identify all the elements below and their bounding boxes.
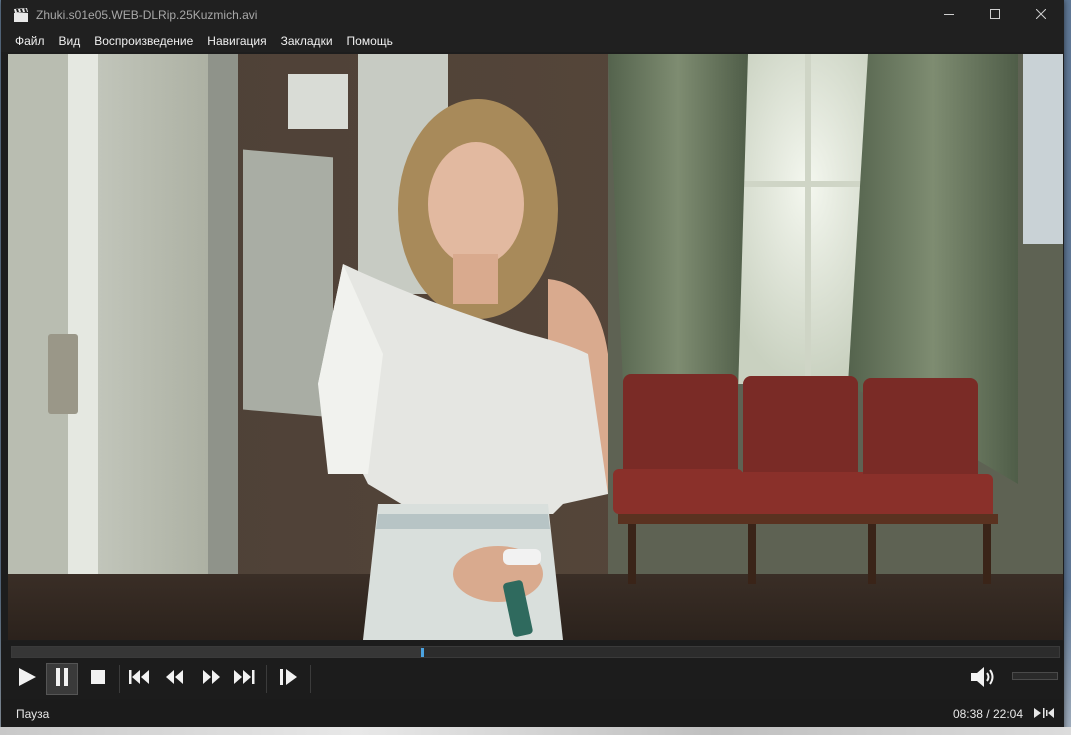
- time-display: 08:38 / 22:04: [952, 707, 1023, 721]
- menu-bar: Файл Вид Воспроизведение Навигация Закла…: [1, 30, 1064, 52]
- separator: [310, 665, 311, 693]
- pause-icon: [54, 667, 70, 691]
- seek-bar-area: [1, 641, 1064, 659]
- next-icon: [234, 669, 256, 689]
- minimize-button[interactable]: [926, 0, 972, 30]
- separator: [266, 665, 267, 693]
- previous-icon: [129, 669, 151, 689]
- play-icon: [17, 667, 37, 692]
- maximize-button[interactable]: [972, 0, 1018, 30]
- window-title: Zhuki.s01e05.WEB-DLRip.25Kuzmich.avi: [36, 8, 258, 22]
- volume-slider[interactable]: [1012, 672, 1058, 680]
- speaker-icon: [969, 666, 997, 693]
- fast-forward-icon: [202, 669, 220, 689]
- maximize-icon: [990, 6, 1000, 24]
- signal-bars-icon: [1034, 705, 1054, 721]
- playback-state: Пауза: [16, 707, 50, 721]
- previous-button[interactable]: [124, 663, 156, 695]
- minimize-icon: [944, 6, 954, 24]
- seek-bar-handle[interactable]: [421, 648, 425, 657]
- menu-help[interactable]: Помощь: [340, 34, 400, 48]
- clapperboard-icon: [12, 7, 30, 23]
- menu-file[interactable]: Файл: [1, 34, 52, 48]
- pause-button[interactable]: [46, 663, 78, 695]
- close-icon: [1035, 6, 1047, 24]
- menu-playback[interactable]: Воспроизведение: [87, 34, 200, 48]
- frame-step-icon: [280, 668, 298, 690]
- frame-step-button[interactable]: [273, 663, 305, 695]
- stop-icon: [91, 669, 105, 689]
- video-area[interactable]: [8, 54, 1063, 640]
- rewind-button[interactable]: [159, 663, 191, 695]
- player-window: Zhuki.s01e05.WEB-DLRip.25Kuzmich.avi Фай…: [1, 0, 1064, 735]
- menu-navigation[interactable]: Навигация: [200, 34, 273, 48]
- fast-forward-button[interactable]: [195, 663, 227, 695]
- seek-bar[interactable]: [11, 646, 1060, 658]
- menu-bookmarks[interactable]: Закладки: [274, 34, 340, 48]
- playback-controls: [1, 659, 1064, 699]
- stop-button[interactable]: [82, 663, 114, 695]
- seek-bar-fill: [12, 647, 423, 657]
- next-button[interactable]: [229, 663, 261, 695]
- title-bar[interactable]: Zhuki.s01e05.WEB-DLRip.25Kuzmich.avi: [1, 0, 1064, 30]
- video-frame: [8, 54, 1063, 640]
- menu-view[interactable]: Вид: [52, 34, 88, 48]
- window-controls: [926, 0, 1064, 30]
- desktop-strip: [0, 727, 1071, 735]
- status-bar: Пауза 08:38 / 22:04: [1, 699, 1064, 727]
- separator: [119, 665, 120, 693]
- rewind-icon: [166, 669, 184, 689]
- close-button[interactable]: [1018, 0, 1064, 30]
- mute-button[interactable]: [967, 663, 999, 695]
- play-button[interactable]: [11, 663, 43, 695]
